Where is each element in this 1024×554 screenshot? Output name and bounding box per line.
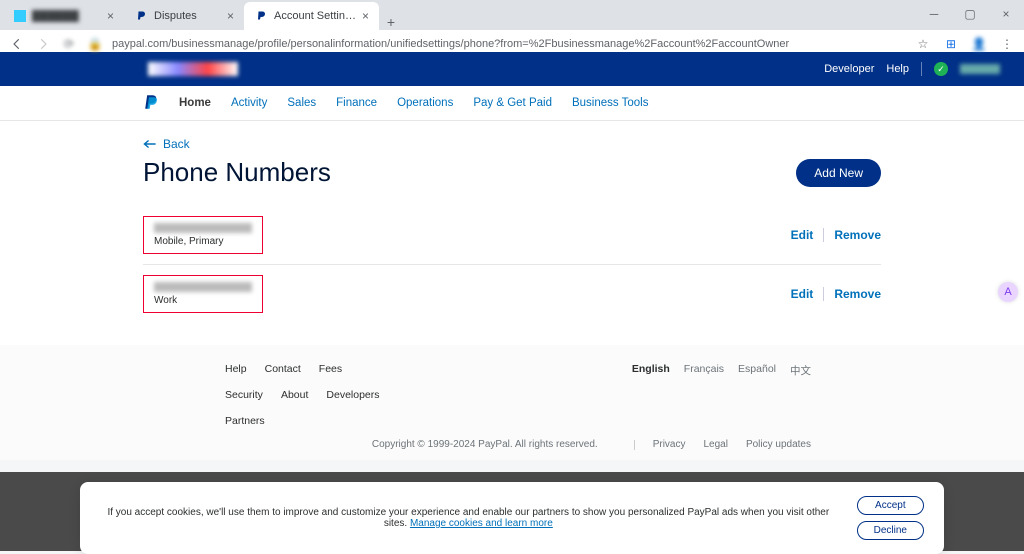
site-info-icon[interactable]: 🔒 <box>86 35 104 53</box>
footer-link[interactable]: Fees <box>319 363 342 375</box>
browser-tab-active[interactable]: Account Settings - PayPal × <box>244 2 379 30</box>
accept-cookies-button[interactable]: Accept <box>857 496 924 515</box>
main-nav-bar: Home Activity Sales Finance Operations P… <box>0 86 1024 121</box>
manage-cookies-link[interactable]: Manage cookies and learn more <box>410 518 553 529</box>
phone-actions: Edit Remove <box>791 228 881 242</box>
paypal-favicon-icon <box>134 9 148 23</box>
phone-actions: Edit Remove <box>791 287 881 301</box>
remove-link[interactable]: Remove <box>834 228 881 242</box>
nav-sales[interactable]: Sales <box>287 97 316 109</box>
legal-link[interactable]: Legal <box>703 439 727 450</box>
back-label: Back <box>163 137 190 151</box>
separator <box>823 287 824 301</box>
footer: Help Contact Fees Security About Develop… <box>0 345 1024 460</box>
bookmark-star-icon[interactable]: ☆ <box>914 35 932 53</box>
nav-finance[interactable]: Finance <box>336 97 377 109</box>
separator <box>634 440 635 450</box>
content-area: Back Phone Numbers Add New Mobile, Prima… <box>137 121 887 345</box>
tab-title: Disputes <box>154 10 221 22</box>
tab-title: Account Settings - PayPal <box>274 10 356 22</box>
copyright: Copyright © 1999-2024 PayPal. All rights… <box>372 439 598 450</box>
utility-bar: Developer Help ✓ <box>0 52 1024 86</box>
legal-link[interactable]: Policy updates <box>746 439 811 450</box>
cookie-banner: If you accept cookies, we'll use them to… <box>80 482 944 554</box>
browser-tab[interactable]: ██████ × <box>4 2 124 30</box>
user-name[interactable] <box>960 64 1000 74</box>
remove-link[interactable]: Remove <box>834 287 881 301</box>
nav-pay[interactable]: Pay & Get Paid <box>473 97 552 109</box>
tab-strip: ██████ × Disputes × Account Settings - P… <box>0 0 1024 30</box>
phone-entry: Work <box>143 275 263 313</box>
lang-en[interactable]: English <box>632 363 670 427</box>
heading-row: Phone Numbers Add New <box>143 157 881 188</box>
phone-label: Work <box>154 295 252 306</box>
tab-close-icon[interactable]: × <box>227 9 234 23</box>
footer-links: Help Contact Fees Security About Develop… <box>137 363 397 427</box>
lang-fr[interactable]: Français <box>684 363 724 427</box>
profile-icon[interactable]: 👤 <box>970 35 988 53</box>
tab-close-icon[interactable]: × <box>362 9 369 23</box>
footer-link[interactable]: Developers <box>326 389 379 401</box>
new-tab-button[interactable]: + <box>379 14 403 30</box>
url-bar[interactable]: paypal.com/businessmanage/profile/person… <box>112 38 906 50</box>
paypal-favicon-icon <box>254 9 268 23</box>
footer-link[interactable]: Help <box>225 363 247 375</box>
menu-dots-icon[interactable]: ⋮ <box>998 35 1016 53</box>
lang-es[interactable]: Español <box>738 363 776 427</box>
tab-title: ██████ <box>32 10 101 22</box>
back-link[interactable]: Back <box>143 137 881 151</box>
nav-operations[interactable]: Operations <box>397 97 453 109</box>
phone-label: Mobile, Primary <box>154 236 252 247</box>
back-nav-icon[interactable] <box>8 35 26 53</box>
forward-nav-icon[interactable] <box>34 35 52 53</box>
phone-row-work: Work Edit Remove <box>143 265 881 323</box>
paypal-logo-icon[interactable] <box>143 94 159 112</box>
shield-icon[interactable]: ✓ <box>934 62 948 76</box>
page-title: Phone Numbers <box>143 157 331 188</box>
phone-row-primary: Mobile, Primary Edit Remove <box>143 206 881 264</box>
footer-link[interactable]: Security <box>225 389 263 401</box>
nav-activity[interactable]: Activity <box>231 97 267 109</box>
page-body: Developer Help ✓ Home Activity Sales Fin… <box>0 52 1024 460</box>
cookie-text: If you accept cookies, we'll use them to… <box>100 507 837 529</box>
browser-chrome: ██████ × Disputes × Account Settings - P… <box>0 0 1024 52</box>
window-controls: ─ ▢ × <box>916 0 1024 28</box>
developer-link[interactable]: Developer <box>824 63 874 75</box>
decline-cookies-button[interactable]: Decline <box>857 521 924 540</box>
separator <box>921 62 922 76</box>
minimize-button[interactable]: ─ <box>916 0 952 28</box>
phone-entry: Mobile, Primary <box>143 216 263 254</box>
footer-link[interactable]: Contact <box>265 363 301 375</box>
cookie-buttons: Accept Decline <box>857 496 924 540</box>
utility-links: Developer Help ✓ <box>824 62 1000 76</box>
tab-close-icon[interactable]: × <box>107 9 114 23</box>
edit-link[interactable]: Edit <box>791 228 814 242</box>
phone-number-masked <box>154 282 252 292</box>
language-selector: English Français Español 中文 <box>632 363 887 427</box>
lang-zh[interactable]: 中文 <box>790 363 811 427</box>
brand-logo[interactable] <box>148 62 238 76</box>
phone-number-masked <box>154 223 252 233</box>
favicon-icon <box>14 10 26 22</box>
close-window-button[interactable]: × <box>988 0 1024 28</box>
maximize-button[interactable]: ▢ <box>952 0 988 28</box>
separator <box>823 228 824 242</box>
extension-icon[interactable]: ⊞ <box>942 35 960 53</box>
assistant-avatar-icon[interactable]: A <box>998 282 1018 302</box>
nav-tools[interactable]: Business Tools <box>572 97 649 109</box>
legal-link[interactable]: Privacy <box>653 439 686 450</box>
reload-icon[interactable]: ⟳ <box>60 35 78 53</box>
help-link[interactable]: Help <box>886 63 909 75</box>
legal-row: Copyright © 1999-2024 PayPal. All rights… <box>137 439 887 450</box>
nav-home[interactable]: Home <box>179 97 211 109</box>
browser-tab[interactable]: Disputes × <box>124 2 244 30</box>
add-new-button[interactable]: Add New <box>796 159 881 187</box>
footer-link[interactable]: Partners <box>225 415 265 427</box>
edit-link[interactable]: Edit <box>791 287 814 301</box>
footer-link[interactable]: About <box>281 389 308 401</box>
